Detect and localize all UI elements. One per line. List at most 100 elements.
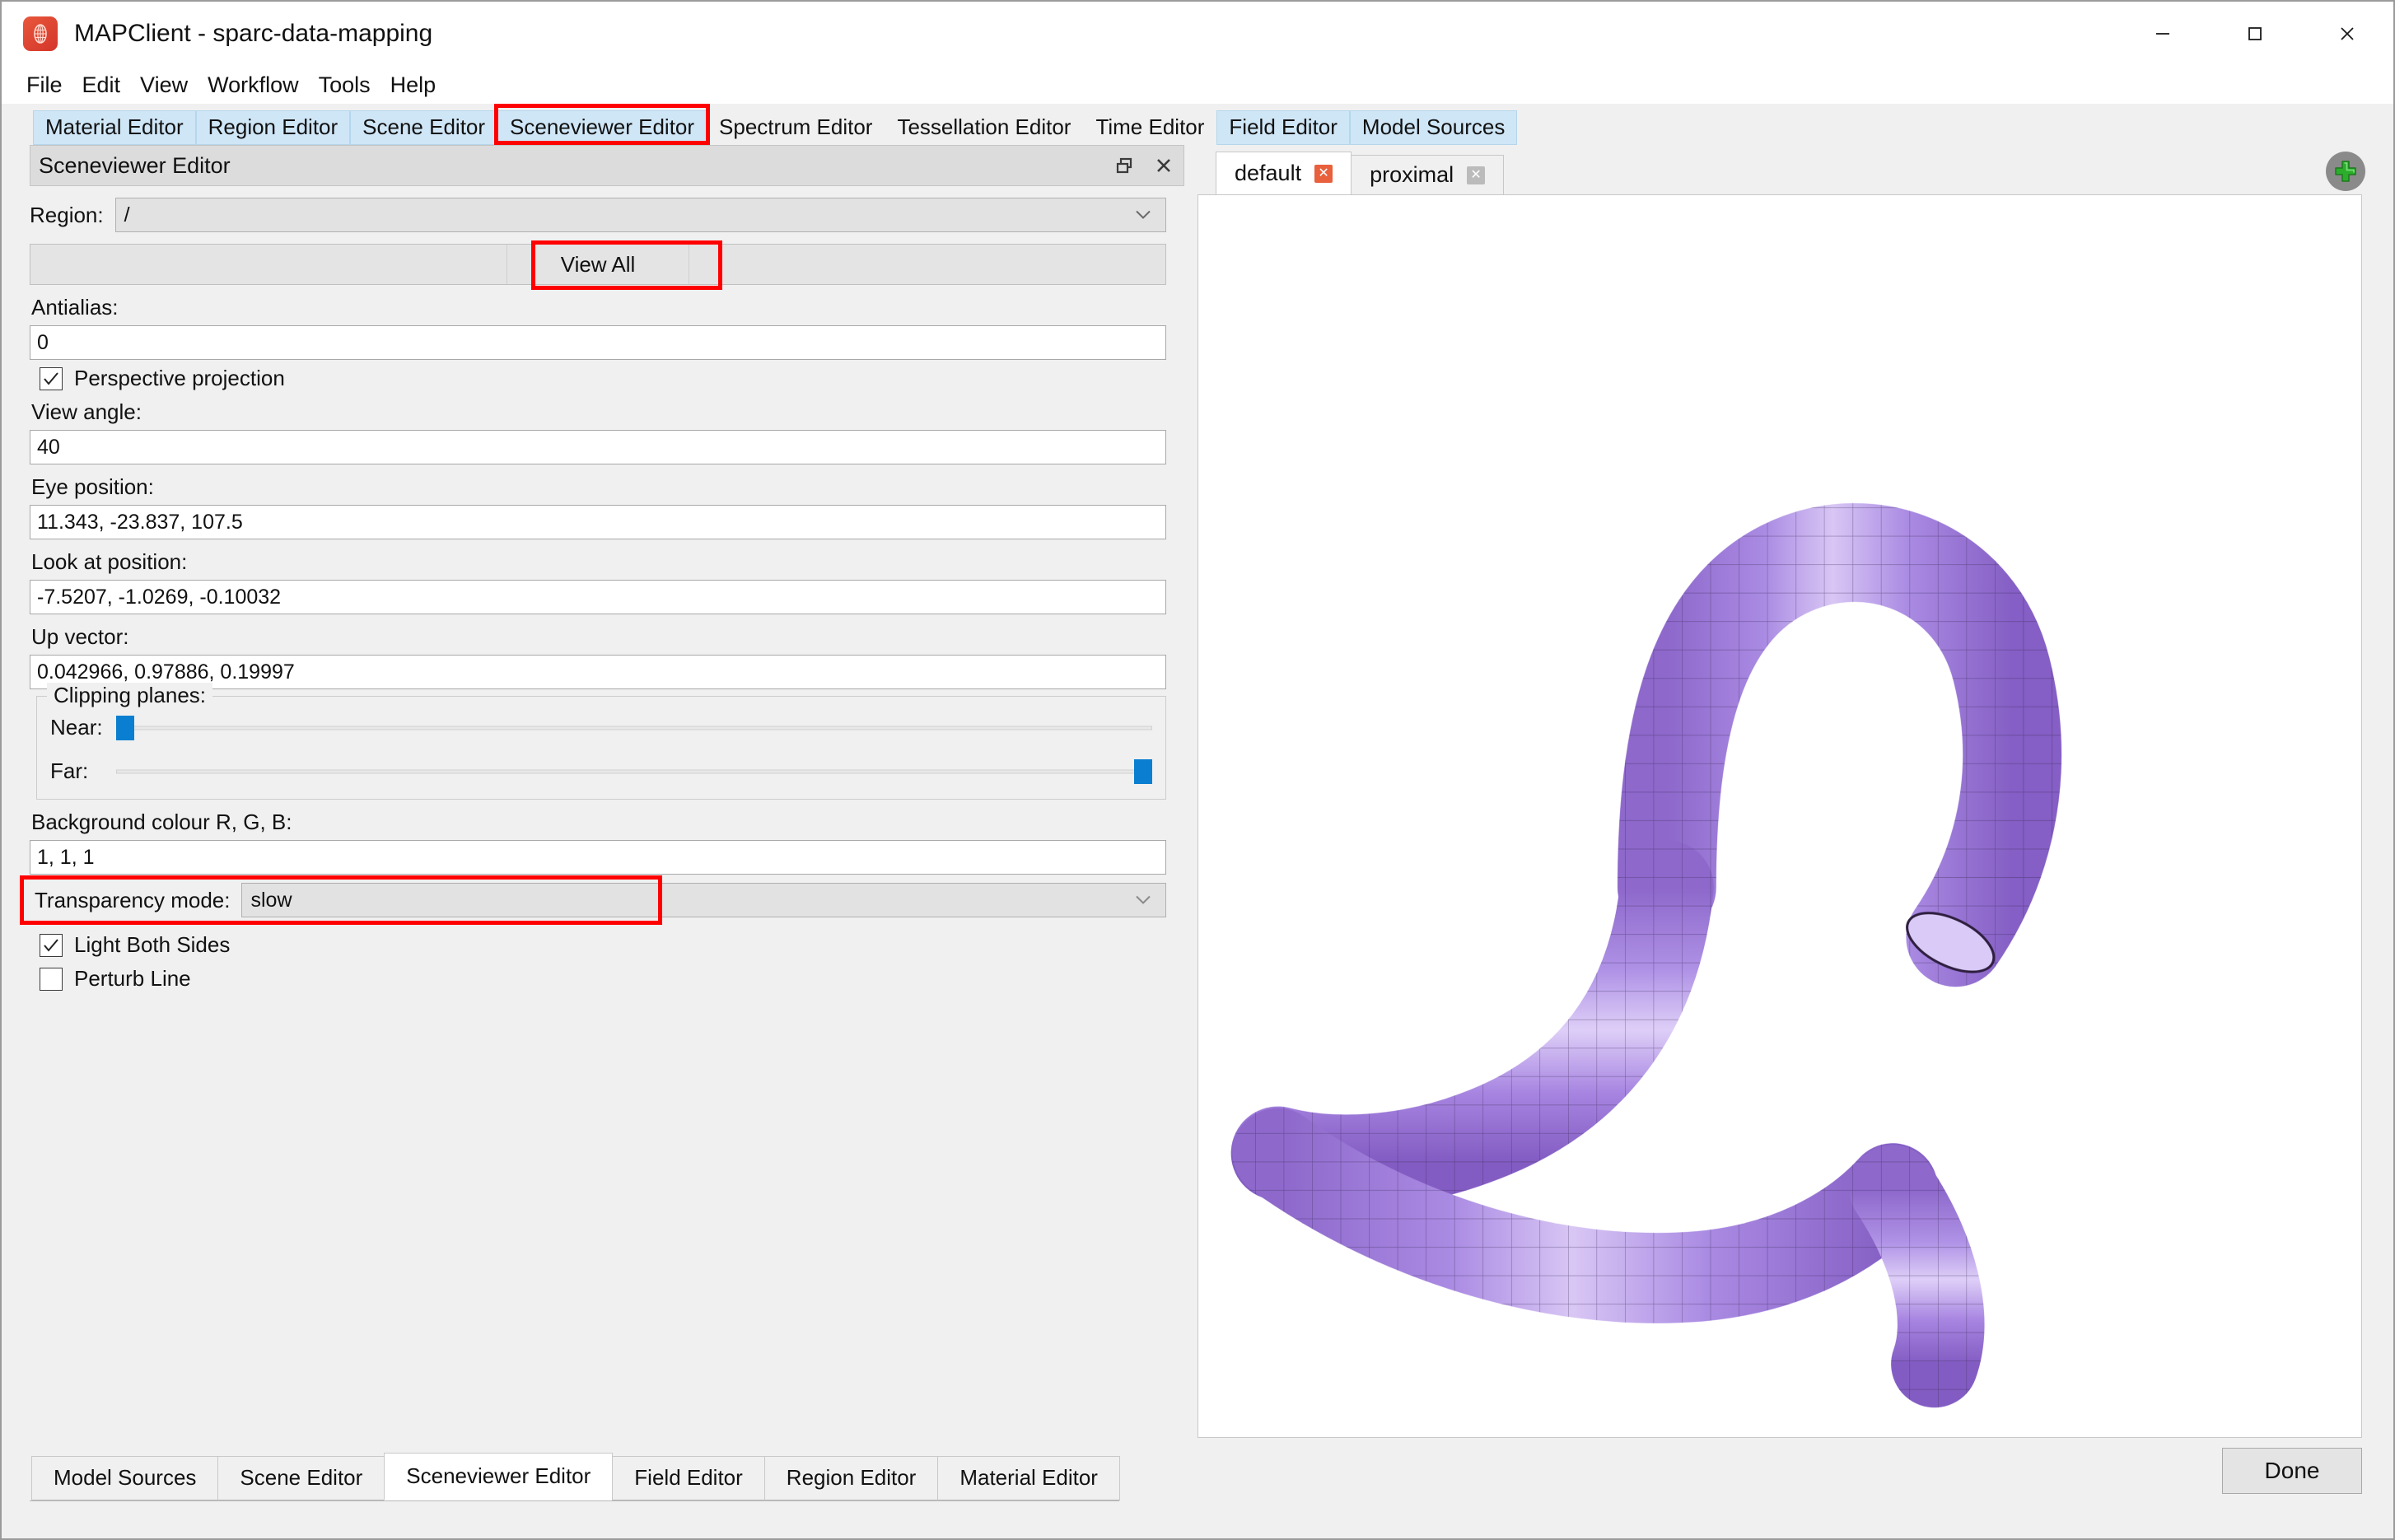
transparency-mode-value: slow — [250, 888, 292, 912]
region-row: Region: / — [30, 198, 1166, 232]
tab-time-editor[interactable]: Time Editor — [1083, 110, 1216, 145]
panel-title: Sceneviewer Editor — [39, 152, 231, 178]
near-slider[interactable] — [116, 715, 1152, 740]
background-colour-group: Background colour R, G, B: 1, 1, 1 — [30, 810, 1166, 875]
sceneviewer-editor-panel: Sceneviewer Editor Region: / View All An… — [2, 145, 1186, 1438]
region-value: / — [124, 203, 130, 226]
viewall-toolbar: View All — [30, 240, 1166, 290]
panel-header: Sceneviewer Editor — [30, 145, 1184, 186]
bottom-tab-strip: Model Sources Scene Editor Sceneviewer E… — [30, 1453, 1120, 1501]
background-colour-input[interactable]: 1, 1, 1 — [30, 840, 1166, 875]
minimize-button[interactable] — [2117, 2, 2209, 66]
region-label: Region: — [30, 202, 104, 227]
close-tab-icon[interactable]: ✕ — [1467, 166, 1486, 184]
up-vector-group: Up vector: 0.042966, 0.97886, 0.19997 — [30, 624, 1166, 689]
menu-help[interactable]: Help — [380, 69, 446, 101]
up-vector-label: Up vector: — [31, 624, 129, 649]
3d-viewport[interactable] — [1198, 194, 2362, 1438]
tab-model-sources[interactable]: Model Sources — [1349, 110, 1518, 145]
title-bar: MAPClient - sparc-data-mapping — [2, 2, 2393, 66]
region-combobox[interactable]: / — [114, 198, 1166, 232]
look-at-position-label: Look at position: — [31, 549, 188, 574]
bottom-tab-material-editor[interactable]: Material Editor — [937, 1456, 1120, 1500]
light-both-sides-label: Light Both Sides — [74, 932, 231, 957]
close-panel-icon[interactable] — [1144, 146, 1183, 185]
close-button[interactable] — [2301, 2, 2393, 66]
eye-position-label: Eye position: — [31, 474, 154, 499]
near-slider-row: Near: — [50, 715, 1152, 740]
view-all-button[interactable]: View All — [507, 245, 689, 284]
clipping-planes-group: Clipping planes: Near: Far: — [36, 683, 1166, 800]
maximize-button[interactable] — [2209, 2, 2301, 66]
viewer-tab-strip: default ✕ proximal ✕ — [1198, 152, 2362, 194]
perturb-line-label: Perturb Line — [74, 966, 191, 991]
look-at-position-input[interactable]: -7.5207, -1.0269, -0.10032 — [30, 580, 1166, 614]
window-title: MAPClient - sparc-data-mapping — [74, 20, 433, 47]
bottom-bar: Model Sources Scene Editor Sceneviewer E… — [2, 1438, 2393, 1538]
far-label: Far: — [50, 758, 89, 783]
near-label: Near: — [50, 715, 103, 740]
perspective-projection-row[interactable]: Perspective projection — [40, 366, 1166, 391]
model-render — [1198, 251, 2361, 1408]
antialias-input[interactable]: 0 — [30, 325, 1166, 360]
near-slider-groove — [116, 726, 1152, 730]
undock-panel-icon[interactable] — [1104, 146, 1144, 185]
menu-tools[interactable]: Tools — [309, 69, 380, 101]
transparency-mode-combobox[interactable]: slow — [241, 883, 1166, 917]
viewer-tab-proximal-label: proximal — [1370, 162, 1454, 187]
menu-file[interactable]: File — [16, 69, 72, 101]
viewer-tab-default[interactable]: default ✕ — [1216, 152, 1352, 194]
done-button[interactable]: Done — [2222, 1448, 2362, 1494]
window-controls — [2117, 2, 2393, 66]
tab-spectrum-editor[interactable]: Spectrum Editor — [707, 110, 885, 145]
bottom-tab-sceneviewer-editor[interactable]: Sceneviewer Editor — [384, 1453, 614, 1500]
menu-view[interactable]: View — [130, 69, 198, 101]
bottom-tab-region-editor[interactable]: Region Editor — [763, 1456, 939, 1500]
menu-edit[interactable]: Edit — [72, 69, 131, 101]
far-slider-handle[interactable] — [1134, 758, 1152, 784]
viewer-tab-default-label: default — [1235, 161, 1302, 185]
bottom-tab-scene-editor[interactable]: Scene Editor — [217, 1456, 385, 1500]
eye-position-input[interactable]: 11.343, -23.837, 107.5 — [30, 505, 1166, 539]
perspective-projection-checkbox[interactable] — [40, 366, 63, 390]
perturb-line-checkbox[interactable] — [40, 967, 63, 991]
background-colour-label: Background colour R, G, B: — [31, 810, 292, 834]
antialias-label: Antialias: — [31, 295, 119, 320]
view-angle-input[interactable]: 40 — [30, 430, 1166, 464]
app-logo-icon — [23, 16, 58, 51]
tab-material-editor[interactable]: Material Editor — [33, 110, 196, 145]
editor-tab-strip: Material Editor Region Editor Scene Edit… — [2, 104, 2393, 145]
add-view-button[interactable] — [2326, 152, 2365, 191]
tab-sceneviewer-editor[interactable]: Sceneviewer Editor — [497, 110, 707, 145]
bottom-tab-field-editor[interactable]: Field Editor — [612, 1456, 765, 1500]
tab-region-editor[interactable]: Region Editor — [195, 110, 351, 145]
light-both-sides-checkbox[interactable] — [40, 933, 63, 957]
light-both-sides-row[interactable]: Light Both Sides — [40, 932, 1166, 958]
application-window: MAPClient - sparc-data-mapping File Edit… — [0, 0, 2395, 1540]
chevron-down-icon — [1132, 889, 1154, 912]
transparency-mode-label: Transparency mode: — [35, 887, 231, 912]
viewer-panel: default ✕ proximal ✕ — [1186, 145, 2393, 1438]
menu-bar: File Edit View Workflow Tools Help — [2, 66, 2393, 104]
far-slider[interactable] — [116, 758, 1152, 784]
plus-icon — [2335, 161, 2356, 182]
far-slider-row: Far: — [50, 758, 1152, 784]
view-angle-label: View angle: — [31, 399, 142, 424]
tab-scene-editor[interactable]: Scene Editor — [350, 110, 498, 145]
near-slider-handle[interactable] — [116, 715, 134, 740]
bottom-tab-model-sources[interactable]: Model Sources — [31, 1456, 219, 1500]
view-angle-group: View angle: 40 — [30, 399, 1166, 464]
look-at-position-group: Look at position: -7.5207, -1.0269, -0.1… — [30, 549, 1166, 614]
sceneviewer-form: Region: / View All Antialias: 0 Perspect… — [20, 186, 1186, 1000]
far-slider-groove — [116, 769, 1152, 773]
perspective-projection-label: Perspective projection — [74, 366, 285, 390]
transparency-mode-row: Transparency mode: slow — [20, 875, 1166, 925]
antialias-group: Antialias: 0 — [30, 295, 1166, 360]
close-tab-icon[interactable]: ✕ — [1314, 164, 1333, 183]
tab-tessellation-editor[interactable]: Tessellation Editor — [885, 110, 1083, 145]
tab-field-editor[interactable]: Field Editor — [1216, 110, 1350, 145]
perturb-line-row[interactable]: Perturb Line — [40, 966, 1166, 992]
menu-workflow[interactable]: Workflow — [198, 69, 309, 101]
clipping-planes-label: Clipping planes: — [47, 683, 213, 708]
viewer-tab-proximal[interactable]: proximal ✕ — [1351, 155, 1505, 194]
